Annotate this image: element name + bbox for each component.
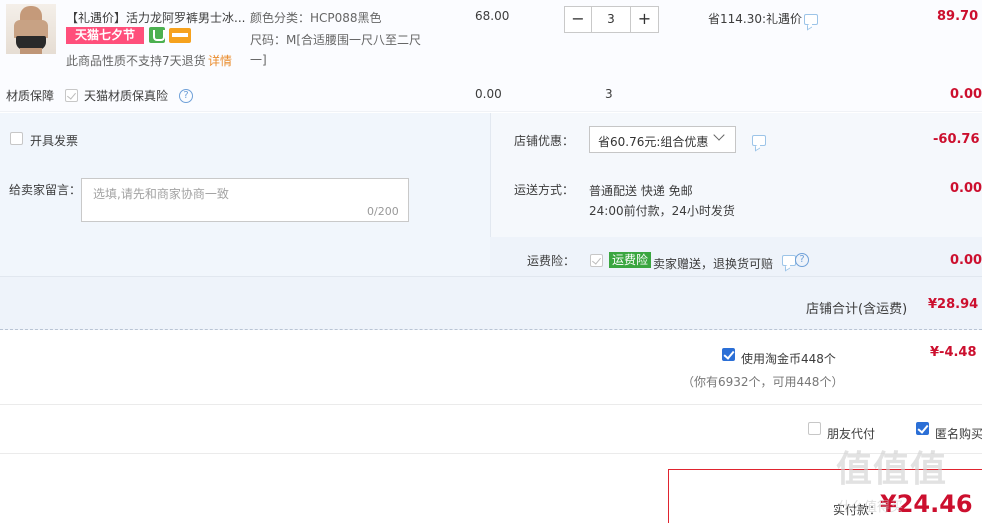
size-spec: 尺码：M[合适腰围一尺八至二尺一] bbox=[250, 33, 422, 67]
invoice-label: 开具发票 bbox=[30, 134, 79, 148]
watermark: 值值值 bbox=[836, 449, 948, 490]
quantity-minus-button[interactable]: − bbox=[564, 6, 592, 33]
message-label: 给卖家留言： bbox=[9, 183, 82, 197]
shop-total-label: 店铺合计(含运费) bbox=[806, 302, 908, 317]
chat-bubble-icon[interactable] bbox=[782, 255, 796, 266]
message-char-count: 0/200 bbox=[367, 205, 399, 218]
friend-pay-checkbox[interactable] bbox=[808, 422, 821, 435]
divider bbox=[0, 453, 982, 454]
saving-text: 省114.30:礼遇价 bbox=[708, 12, 803, 26]
guarantee-icon bbox=[149, 27, 165, 43]
color-spec: 颜色分类：HCP088黑色 bbox=[250, 11, 382, 25]
credit-card-icon bbox=[169, 28, 191, 43]
product-thumbnail[interactable] bbox=[6, 4, 56, 54]
product-title[interactable]: 【礼遇价】活力龙阿罗裤男士冰... bbox=[66, 9, 248, 26]
taojinbi-amount: ¥-4.48 bbox=[930, 345, 977, 360]
shipping-amount: 0.00 bbox=[950, 181, 982, 196]
help-icon[interactable]: ? bbox=[795, 253, 809, 267]
insurance-checkbox[interactable] bbox=[65, 89, 78, 102]
unit-price: 68.00 bbox=[475, 9, 510, 23]
message-placeholder: 选填,请先和商家协商一致 bbox=[93, 187, 229, 201]
taojinbi-label: 使用淘金币448个 bbox=[741, 352, 836, 366]
insurance-quantity: 3 bbox=[605, 87, 613, 101]
divider bbox=[0, 404, 982, 405]
freight-insurance-tag: 运费险 bbox=[609, 252, 652, 268]
shop-discount-label: 店铺优惠： bbox=[514, 134, 575, 148]
freight-insurance-checkbox[interactable] bbox=[590, 254, 603, 267]
insurance-option: 天猫材质保真险 bbox=[84, 89, 169, 103]
shop-total-amount: ¥28.94 bbox=[928, 297, 979, 312]
watermark-sub: 什么值得买 bbox=[838, 500, 904, 515]
tmall-qixi-badge: 天猫七夕节 bbox=[66, 27, 144, 44]
freight-insurance-label: 运费险： bbox=[527, 254, 576, 268]
taojinbi-balance: （你有6932个，可用448个） bbox=[682, 375, 844, 389]
anonymous-checkbox[interactable] bbox=[916, 422, 929, 435]
quantity-input[interactable]: 3 bbox=[591, 6, 631, 33]
help-icon[interactable]: ? bbox=[179, 89, 193, 103]
insurance-unit-price: 0.00 bbox=[475, 87, 502, 101]
shipping-time: 24:00前付款，24小时发货 bbox=[589, 204, 735, 218]
material-guarantee-label: 材质保障 bbox=[6, 89, 55, 103]
product-subtotal: 89.70 bbox=[937, 9, 979, 24]
quantity-plus-button[interactable]: + bbox=[630, 6, 659, 33]
shop-discount-amount: -60.76 bbox=[933, 132, 980, 147]
chat-bubble-icon[interactable] bbox=[804, 14, 818, 25]
shipping-method: 普通配送 快递 免邮 bbox=[589, 184, 693, 198]
no-return-notice: 此商品性质不支持7天退货 bbox=[66, 54, 206, 68]
detail-link[interactable]: 详情 bbox=[208, 52, 232, 69]
shipping-label: 运送方式： bbox=[514, 183, 575, 197]
freight-insurance-desc: 卖家赠送，退换货可赔 bbox=[653, 257, 774, 271]
invoice-checkbox[interactable] bbox=[10, 132, 23, 145]
chat-bubble-icon[interactable] bbox=[752, 135, 766, 146]
divider bbox=[0, 276, 982, 277]
taojinbi-checkbox[interactable] bbox=[722, 348, 735, 361]
insurance-subtotal: 0.00 bbox=[950, 87, 982, 102]
shop-discount-selected: 省60.76元:组合优惠 bbox=[598, 135, 709, 149]
freight-insurance-amount: 0.00 bbox=[950, 253, 982, 268]
